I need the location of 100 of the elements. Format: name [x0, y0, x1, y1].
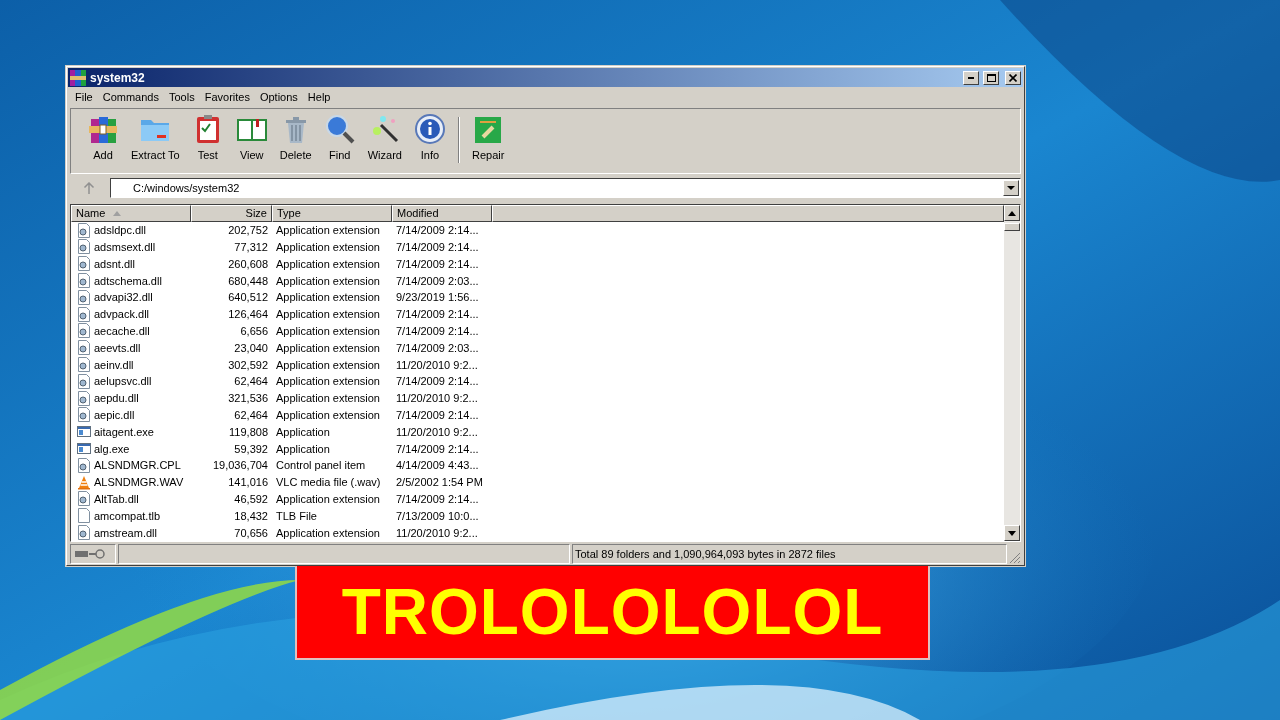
toolbar-button[interactable]: View: [229, 113, 274, 161]
table-cell-text: 23,040: [233, 341, 269, 354]
menu-item[interactable]: Help: [302, 90, 336, 103]
minimize-button[interactable]: [963, 70, 979, 85]
table-cell-text: 7/13/2009 10:0...: [395, 509, 480, 522]
toolbar-button[interactable]: Add: [81, 113, 125, 161]
dll-file-icon: [77, 340, 91, 356]
exe-file-icon: [77, 424, 91, 440]
table-cell: AltTab.dll: [94, 492, 139, 505]
toolbar-button[interactable]: Extract To: [125, 113, 186, 161]
table-cell-text: 680,448: [227, 274, 269, 287]
menu-item[interactable]: Favorites: [199, 90, 255, 103]
table-cell-text: 46,592: [233, 492, 269, 505]
toolbar-button[interactable]: Delete: [273, 113, 318, 161]
table-cell-text: TLB File: [275, 509, 318, 522]
toolbar-button[interactable]: Find: [317, 113, 362, 161]
table-cell-text: 4/14/2009 4:43...: [395, 459, 480, 472]
dll-file-icon: [77, 289, 91, 305]
dll-file-icon: [77, 222, 91, 238]
table-cell-text: VLC media file (.wav): [275, 476, 382, 489]
column-header[interactable]: Name: [71, 205, 191, 222]
table-cell-text: 11/20/2010 9:2...: [395, 358, 479, 371]
dll-file-icon: [77, 239, 91, 255]
dll-file-icon: [77, 273, 91, 289]
drive-key-icon: [75, 549, 107, 559]
table-cell-text: 7/14/2009 2:14...: [395, 408, 480, 421]
table-cell: amstream.dll: [94, 526, 157, 539]
dll-file-icon: [77, 306, 91, 322]
table-cell-text: Application extension: [275, 257, 381, 270]
table-cell-text: Application extension: [275, 358, 381, 371]
minimize-icon: [968, 76, 974, 79]
table-cell-text: Application extension: [275, 308, 381, 321]
table-cell-text: Application extension: [275, 392, 381, 405]
exe-file-icon: [77, 441, 91, 457]
up-arrow-icon: [1008, 210, 1016, 216]
table-cell-text: 62,464: [233, 375, 269, 388]
table-cell: adsmsext.dll: [94, 241, 156, 253]
table-cell-text: 7/14/2009 2:14...: [395, 257, 480, 270]
table-cell-text: 18,432: [233, 509, 269, 522]
scroll-down-button[interactable]: [1004, 525, 1020, 541]
menu-item[interactable]: File: [70, 90, 98, 103]
table-cell-text: 7/14/2009 2:03...: [395, 274, 480, 287]
table-cell-text: 260,608: [227, 257, 269, 270]
table-cell-text: Application extension: [275, 408, 381, 421]
table-cell: aelupsvc.dll: [94, 375, 152, 388]
dropdown-button[interactable]: [1003, 180, 1019, 196]
table-cell: aeinv.dll: [94, 358, 134, 371]
dll-file-icon: [77, 357, 91, 373]
table-cell-text: 7/14/2009 2:14...: [395, 224, 480, 237]
column-header[interactable]: Type: [272, 205, 392, 222]
down-arrow-icon: [1008, 530, 1016, 536]
maximize-button[interactable]: [983, 70, 999, 85]
table-cell-text: 321,536: [227, 392, 269, 405]
info-icon: [413, 113, 446, 145]
table-cell-text: 2/5/2002 1:54 PM: [395, 476, 484, 489]
dll-file-icon: [77, 407, 91, 423]
banner-text: TROLOLOLOLOL: [341, 575, 884, 649]
table-cell: ALSNDMGR.WAV: [94, 476, 184, 489]
menu-item[interactable]: Options: [254, 90, 303, 103]
table-cell-text: 7/14/2009 2:14...: [395, 324, 480, 337]
status-text: Total 89 folders and 1,090,964,093 bytes in 2872 files: [575, 548, 836, 560]
table-cell-text: Application extension: [275, 341, 381, 354]
table-cell-text: 11/20/2010 9:2...: [395, 425, 479, 438]
dll-file-icon: [77, 256, 91, 272]
toolbar-button[interactable]: Wizard: [361, 113, 408, 161]
scroll-thumb[interactable]: [1004, 223, 1020, 231]
table-cell-text: 302,592: [227, 358, 269, 371]
toolbar-button[interactable]: Repair: [465, 113, 511, 161]
scroll-up-button[interactable]: [1004, 205, 1020, 221]
table-cell: ALSNDMGR.CPL: [94, 459, 181, 472]
table-cell: adsnt.dll: [94, 257, 135, 270]
table-cell-text: Application: [275, 442, 331, 455]
column-header[interactable]: Modified: [392, 205, 492, 222]
table-cell: advpack.dll: [94, 308, 150, 321]
window-title: system32: [90, 70, 146, 85]
dll-file-icon: [77, 491, 91, 507]
resize-grip-icon: [1009, 552, 1021, 564]
address-field[interactable]: C:/windows/system32: [110, 178, 1021, 198]
table-cell-text: 7/14/2009 2:03...: [395, 341, 480, 354]
table-cell-text: 7/14/2009 2:14...: [395, 492, 480, 505]
table-cell: aepic.dll: [94, 408, 135, 421]
caret-icon: [1007, 185, 1015, 191]
toolbar-button[interactable]: Test: [185, 113, 230, 161]
table-cell-text: 7/14/2009 2:14...: [395, 375, 480, 388]
table-cell: amcompat.tlb: [94, 509, 161, 522]
table-cell-text: 77,312: [233, 241, 269, 253]
table-cell: adtschema.dll: [94, 274, 162, 287]
scrollbar[interactable]: [1004, 205, 1020, 541]
table-cell-text: Control panel item: [275, 459, 367, 472]
menu-item[interactable]: Tools: [164, 90, 200, 103]
table-cell: alg.exe: [94, 442, 130, 455]
close-button[interactable]: [1005, 70, 1021, 85]
table-cell-text: 11/20/2010 9:2...: [395, 526, 479, 539]
table-cell-text: Application extension: [275, 224, 381, 237]
column-header[interactable]: Size: [191, 205, 272, 222]
blank-file-icon: [77, 508, 91, 524]
toolbar-button[interactable]: Info: [407, 113, 452, 161]
dll-file-icon: [77, 457, 91, 473]
app-icon: [70, 69, 86, 86]
menu-item[interactable]: Commands: [97, 90, 164, 103]
